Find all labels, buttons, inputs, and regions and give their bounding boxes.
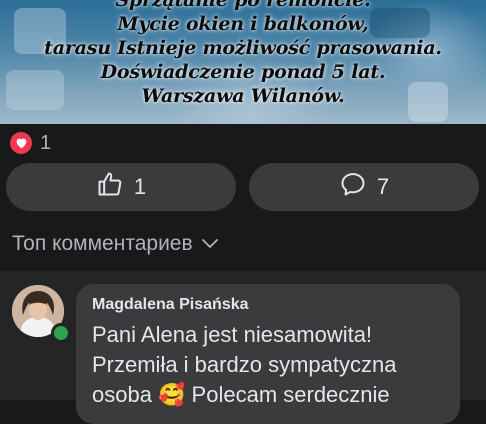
post-image-caption: Sprzątanie po remoncie. Mycie okien i ba… <box>0 0 486 108</box>
comment-text-line: Przemiła i bardzo sympatyczna <box>92 352 397 377</box>
thumbs-up-icon <box>96 170 124 204</box>
image-text-line: Warszawa Wilanów. <box>141 85 345 107</box>
image-text-line: tarasu Istnieje możliwość prasowania. <box>44 37 442 59</box>
reaction-count: 1 <box>40 131 52 154</box>
post-image[interactable]: Sprzątanie po remoncie. Mycie okien i ba… <box>0 0 486 124</box>
comment-text: Pani Alena jest niesamowita! Przemiła i … <box>92 320 452 410</box>
image-text-line: Sprzątanie po remoncie. <box>115 0 371 11</box>
comment-count: 7 <box>376 174 390 199</box>
image-text-line: Mycie okien i balkonów, <box>117 13 369 35</box>
comment-text-line: Pani Alena jest niesamowita! <box>92 322 373 347</box>
comment-button[interactable]: 7 <box>249 163 479 211</box>
heart-icon <box>10 132 32 154</box>
image-text-line: Doświadczenie ponad 5 lat. <box>100 61 386 83</box>
comments-sort-label: Топ комментариев <box>12 232 193 255</box>
reactions-summary[interactable]: 1 <box>10 131 51 155</box>
like-count: 1 <box>133 174 147 199</box>
chevron-down-icon <box>201 232 219 256</box>
comment-bubble-icon <box>339 170 367 204</box>
comment-author[interactable]: Magdalena Pisańska <box>92 296 249 314</box>
like-button[interactable]: 1 <box>6 163 236 211</box>
online-status-indicator <box>51 323 71 343</box>
comments-sort-dropdown[interactable]: Топ комментариев <box>12 232 219 256</box>
comment-text-line: osoba 🥰 Polecam serdecznie <box>92 382 390 407</box>
comment-bubble[interactable]: Magdalena Pisańska Pani Alena jest niesa… <box>76 284 460 424</box>
